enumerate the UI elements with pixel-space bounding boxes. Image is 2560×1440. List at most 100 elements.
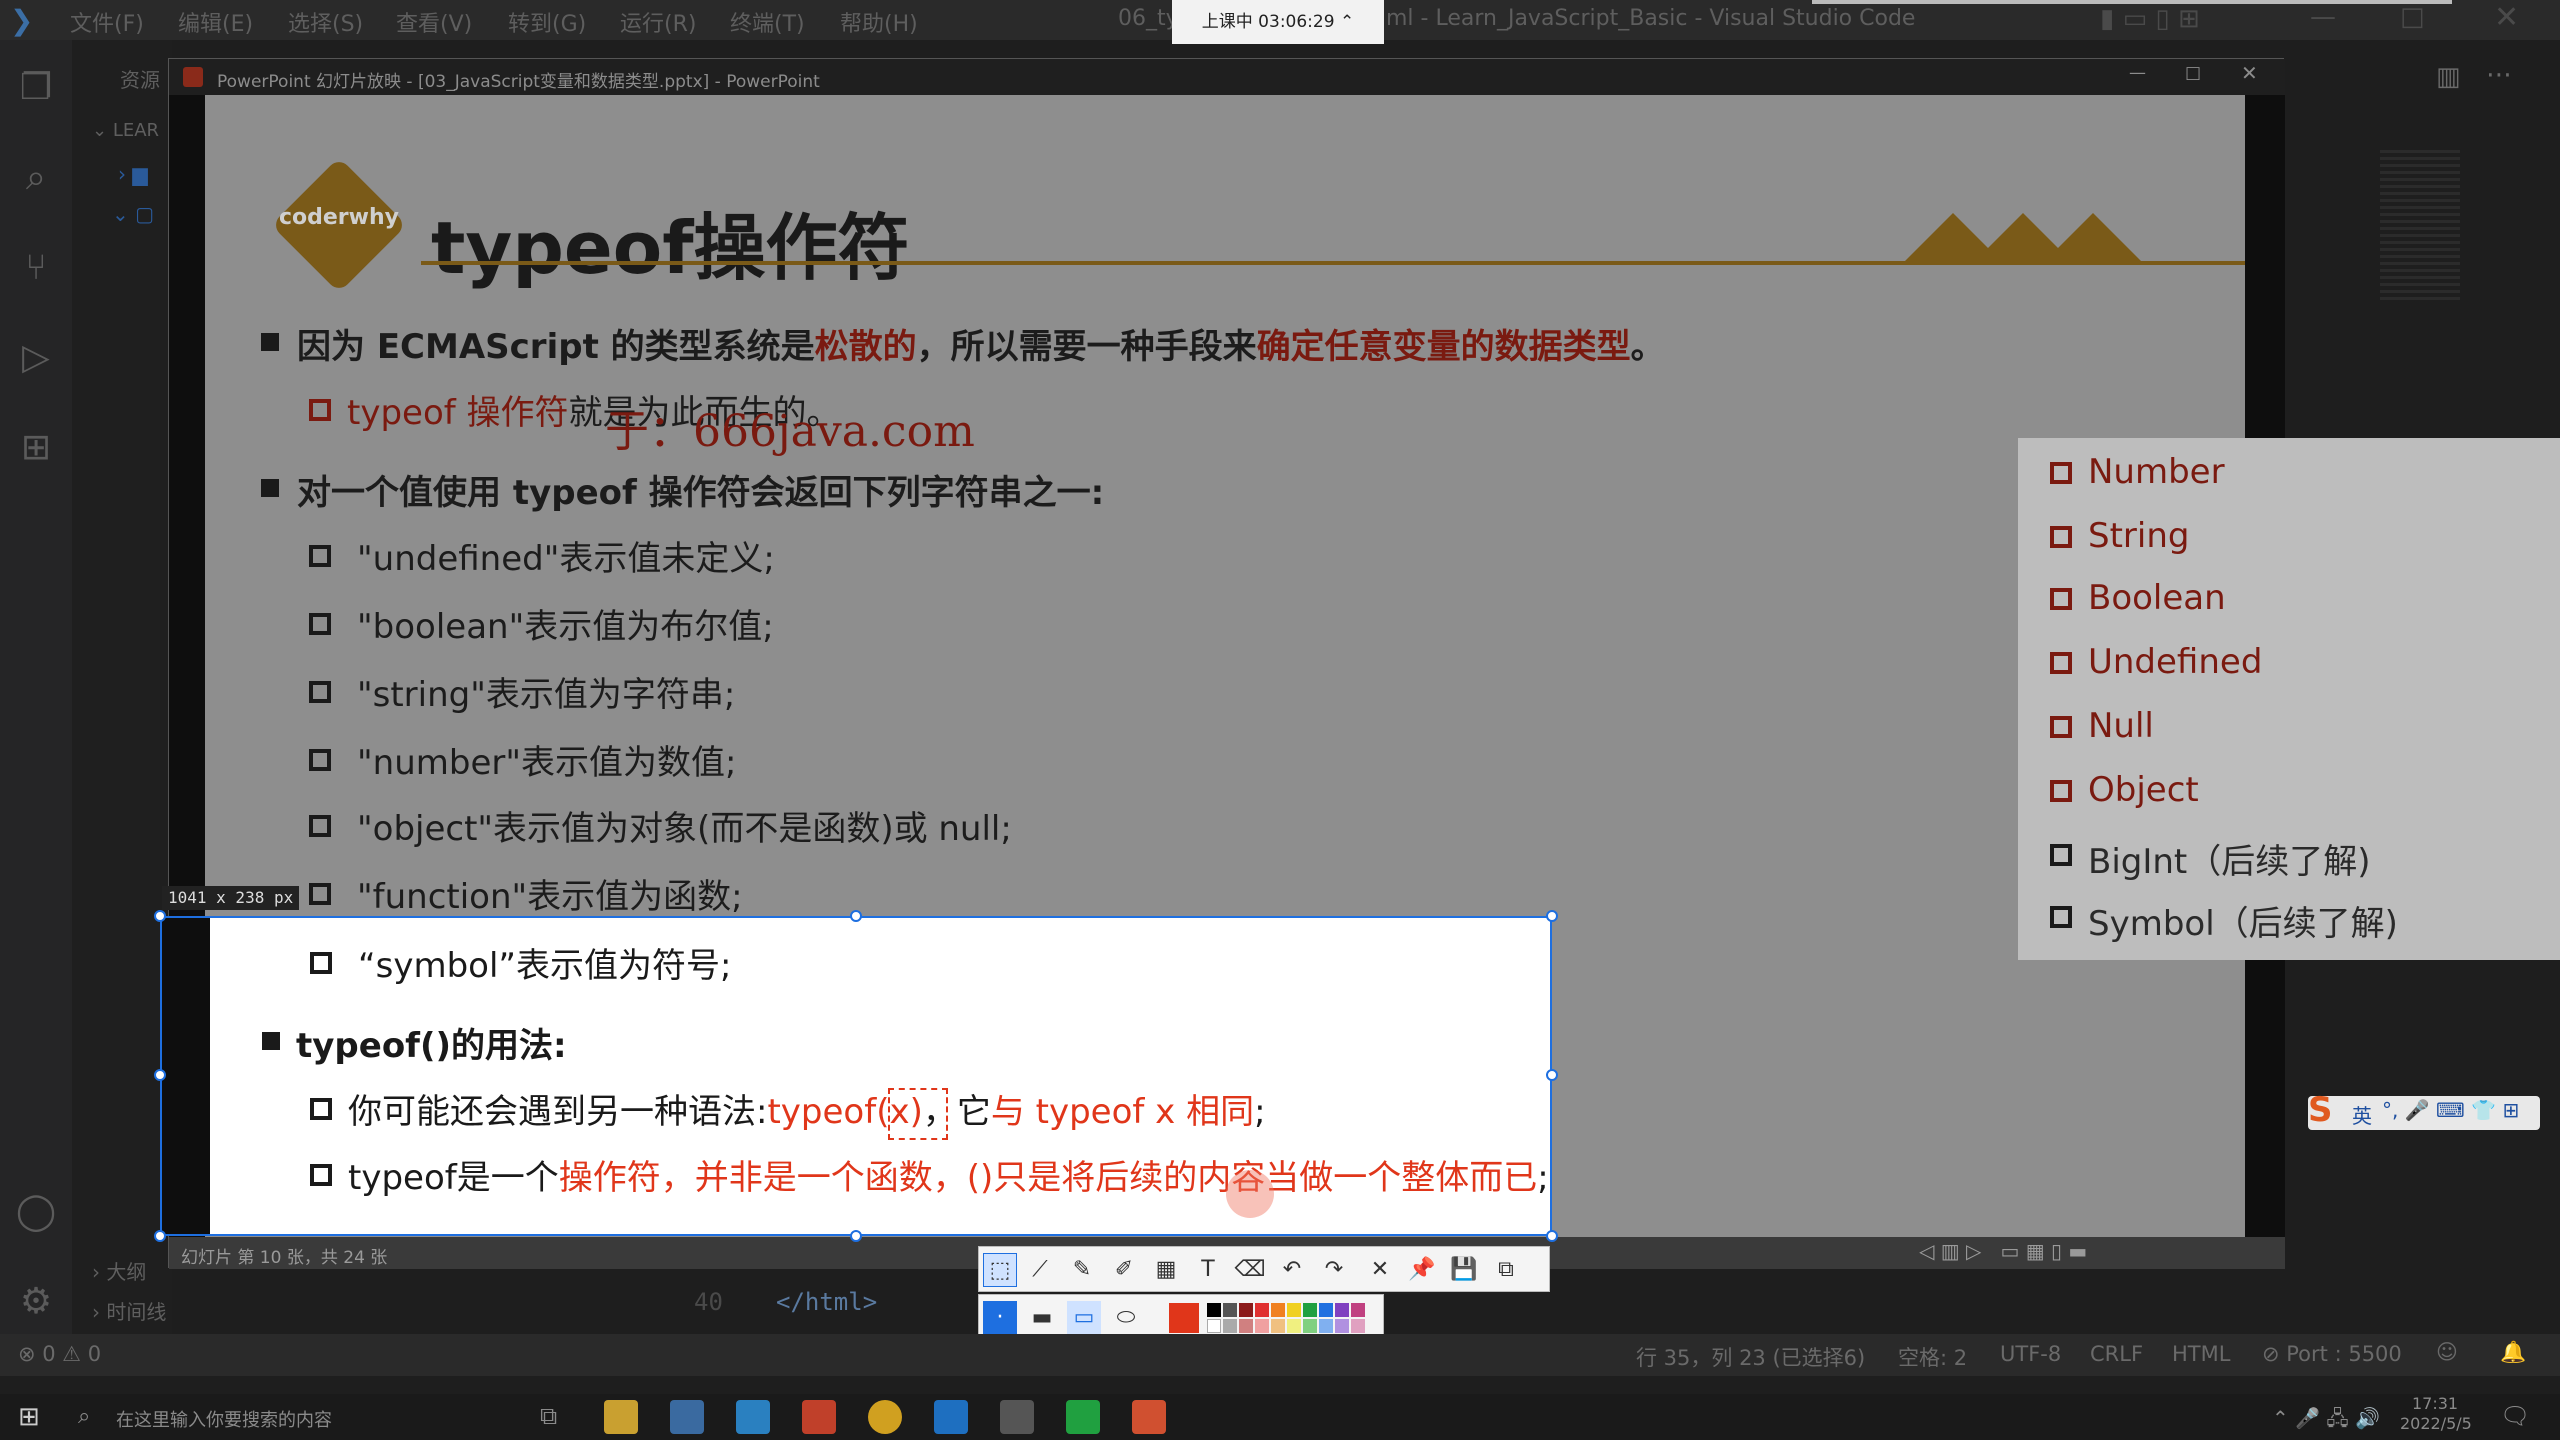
resize-handle[interactable] — [850, 1230, 862, 1242]
app-icon[interactable] — [1066, 1400, 1100, 1434]
clock-date[interactable]: 2022/5/5 — [2400, 1414, 2472, 1433]
color-swatch[interactable] — [1319, 1319, 1333, 1333]
resize-handle[interactable] — [1546, 1069, 1558, 1081]
pen-tool-icon[interactable]: ✎ — [1065, 1253, 1099, 1287]
save-icon[interactable]: 💾 — [1447, 1253, 1481, 1287]
ppt-close-icon[interactable]: ✕ — [2241, 61, 2258, 85]
copy-icon[interactable]: ⧉ — [1489, 1253, 1523, 1287]
resize-handle[interactable] — [154, 1069, 166, 1081]
color-swatch[interactable] — [1335, 1303, 1349, 1317]
encoding[interactable]: UTF-8 — [2000, 1342, 2061, 1366]
select-tool-icon[interactable]: ⬚ — [983, 1253, 1017, 1287]
outline-section[interactable]: › 大纲 — [92, 1256, 146, 1285]
eraser-tool-icon[interactable]: ⌫ — [1233, 1253, 1267, 1287]
split-editor-icon[interactable]: ▥ — [2436, 62, 2461, 92]
resize-handle[interactable] — [154, 910, 166, 922]
gear-icon[interactable]: ⚙ — [14, 1280, 58, 1324]
app-icon[interactable] — [736, 1400, 770, 1434]
color-swatch[interactable] — [1239, 1319, 1253, 1333]
color-swatch[interactable] — [1239, 1303, 1253, 1317]
notifications-icon[interactable]: 🔔 — [2500, 1340, 2526, 1365]
color-swatch[interactable] — [1271, 1319, 1285, 1333]
maximize-icon[interactable]: □ — [2400, 2, 2425, 32]
cursor-position[interactable]: 行 35，列 23 (已选择6) — [1636, 1342, 1865, 1372]
text-tool-icon[interactable]: T — [1191, 1253, 1225, 1287]
menu-file[interactable]: 文件(F) — [70, 6, 144, 38]
search-box[interactable] — [1812, 0, 2452, 4]
line-ending[interactable]: CRLF — [2090, 1342, 2143, 1366]
folder-icon[interactable]: › ▆ — [118, 162, 148, 186]
taskbar-search[interactable]: 在这里输入你要搜索的内容 — [116, 1406, 332, 1432]
live-server-port[interactable]: ⊘ Port : 5500 — [2262, 1342, 2402, 1366]
extensions-icon[interactable]: ⊞ — [14, 426, 58, 470]
color-swatch[interactable] — [1303, 1319, 1317, 1333]
rect-shape-icon[interactable]: ▭ — [1067, 1301, 1101, 1335]
menu-terminal[interactable]: 终端(T) — [730, 6, 805, 38]
color-swatch[interactable] — [1287, 1303, 1301, 1317]
color-swatch[interactable] — [1351, 1303, 1365, 1317]
color-swatch[interactable] — [1255, 1319, 1269, 1333]
resize-handle[interactable] — [154, 1230, 166, 1242]
color-swatch[interactable] — [1335, 1319, 1349, 1333]
system-tray-icons[interactable]: ⌃ 🎤 🖧 🔊 — [2272, 1404, 2380, 1438]
ppt-minimize-icon[interactable]: — — [2129, 63, 2146, 83]
color-swatch[interactable] — [1207, 1303, 1221, 1317]
color-swatch[interactable] — [1303, 1303, 1317, 1317]
explorer-icon[interactable]: ❐ — [14, 66, 58, 110]
color-swatch[interactable] — [1223, 1303, 1237, 1317]
color-swatch[interactable] — [1223, 1319, 1237, 1333]
task-view-icon[interactable]: ⧉ — [540, 1402, 557, 1430]
resize-handle[interactable] — [1546, 1230, 1558, 1242]
menu-view[interactable]: 查看(V) — [396, 6, 472, 38]
color-swatch[interactable] — [1255, 1303, 1269, 1317]
windows-start-icon[interactable]: ⊞ — [18, 1402, 40, 1432]
resize-handle[interactable] — [850, 910, 862, 922]
ellipse-shape-icon[interactable]: ⬭ — [1109, 1301, 1143, 1335]
app-icon[interactable] — [670, 1400, 704, 1434]
taskbar-search-icon[interactable]: ⌕ — [78, 1404, 90, 1429]
search-icon[interactable]: ⌕ — [14, 156, 58, 200]
color-swatch[interactable] — [1207, 1319, 1221, 1333]
polyline-tool-icon[interactable]: ⟋ — [1023, 1253, 1057, 1287]
timeline-section[interactable]: › 时间线 — [92, 1296, 166, 1325]
ime-mode[interactable]: 英 — [2352, 1100, 2372, 1129]
file-explorer-icon[interactable] — [604, 1400, 638, 1434]
cancel-icon[interactable]: ✕ — [1363, 1253, 1397, 1287]
redo-icon[interactable]: ↷ — [1317, 1253, 1351, 1287]
tree-root[interactable]: ⌄ LEAR — [92, 120, 159, 141]
undo-icon[interactable]: ↶ — [1275, 1253, 1309, 1287]
view-controls[interactable]: ◁ ▥ ▷ ▭ ▦ ▯ ▬ — [1919, 1239, 2087, 1263]
powerpoint-taskbar-icon[interactable] — [802, 1400, 836, 1434]
close-icon[interactable]: ✕ — [2494, 0, 2519, 35]
color-swatch[interactable] — [1351, 1319, 1365, 1333]
account-icon[interactable]: ◯ — [14, 1190, 58, 1234]
marker-tool-icon[interactable]: ✐ — [1107, 1253, 1141, 1287]
menu-goto[interactable]: 转到(G) — [508, 6, 586, 38]
action-center-icon[interactable]: 🗨 — [2500, 1402, 2530, 1430]
more-actions-icon[interactable]: ⋯ — [2486, 60, 2512, 90]
pin-icon[interactable]: 📌 — [1405, 1253, 1439, 1287]
ime-toolbar[interactable]: S 英 °, 🎤 ⌨ 👕 ⊞ — [2308, 1090, 2540, 1130]
indentation[interactable]: 空格: 2 — [1898, 1342, 1967, 1372]
layout-icons[interactable]: ▮ ▭ ▯ ⊞ — [2100, 4, 2200, 34]
mosaic-tool-icon[interactable]: ▦ — [1149, 1253, 1183, 1287]
code-line[interactable]: </html> — [776, 1288, 877, 1316]
chrome-icon[interactable] — [868, 1400, 902, 1434]
fill-rect-icon[interactable]: ▬ — [1025, 1301, 1059, 1335]
run-debug-icon[interactable]: ▷ — [14, 336, 58, 380]
clock-time[interactable]: 17:31 — [2412, 1394, 2458, 1413]
app-icon[interactable] — [1000, 1400, 1034, 1434]
dot-size-icon[interactable]: · — [983, 1301, 1017, 1335]
app-icon[interactable] — [1132, 1400, 1166, 1434]
ppt-maximize-icon[interactable]: □ — [2185, 63, 2201, 83]
language-mode[interactable]: HTML — [2172, 1342, 2230, 1366]
source-control-icon[interactable]: ⑂ — [14, 246, 58, 290]
menu-edit[interactable]: 编辑(E) — [178, 6, 253, 38]
ime-tools-icons[interactable]: °, 🎤 ⌨ 👕 ⊞ — [2382, 1098, 2519, 1122]
problems-indicator[interactable]: ⊗ 0 ⚠ 0 — [18, 1342, 101, 1366]
current-color-swatch[interactable] — [1169, 1303, 1199, 1333]
color-swatch[interactable] — [1319, 1303, 1333, 1317]
color-swatch[interactable] — [1287, 1319, 1301, 1333]
recording-badge[interactable]: 上课中 03:06:29 ⌃ — [1172, 0, 1384, 44]
feedback-icon[interactable]: ☺ — [2436, 1340, 2458, 1364]
